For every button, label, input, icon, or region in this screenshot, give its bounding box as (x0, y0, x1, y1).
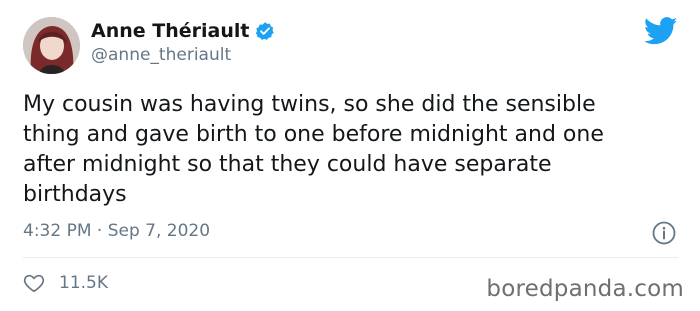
like-button[interactable]: 11.5K (23, 272, 108, 294)
author-name-row: Anne Thériault (91, 19, 275, 43)
verified-badge-icon (256, 22, 275, 40)
twitter-bird-icon[interactable] (644, 17, 678, 45)
boredpanda-watermark: boredpanda.com (486, 276, 684, 302)
info-icon[interactable] (652, 221, 676, 245)
tweet-text: My cousin was having twins, so she did t… (23, 92, 604, 207)
divider (23, 257, 678, 258)
author-handle[interactable]: @anne_theriault (91, 44, 231, 66)
tweet-timestamp[interactable]: 4:32 PM · Sep 7, 2020 (23, 220, 210, 242)
avatar-photo (23, 17, 80, 74)
tweet-time: 4:32 PM (23, 221, 92, 241)
like-count: 11.5K (59, 273, 108, 293)
heart-icon (23, 274, 45, 293)
avatar[interactable] (23, 17, 80, 74)
timestamp-separator: · (96, 221, 103, 241)
tweet-date: Sep 7, 2020 (107, 221, 211, 241)
display-name[interactable]: Anne Thériault (91, 19, 249, 43)
